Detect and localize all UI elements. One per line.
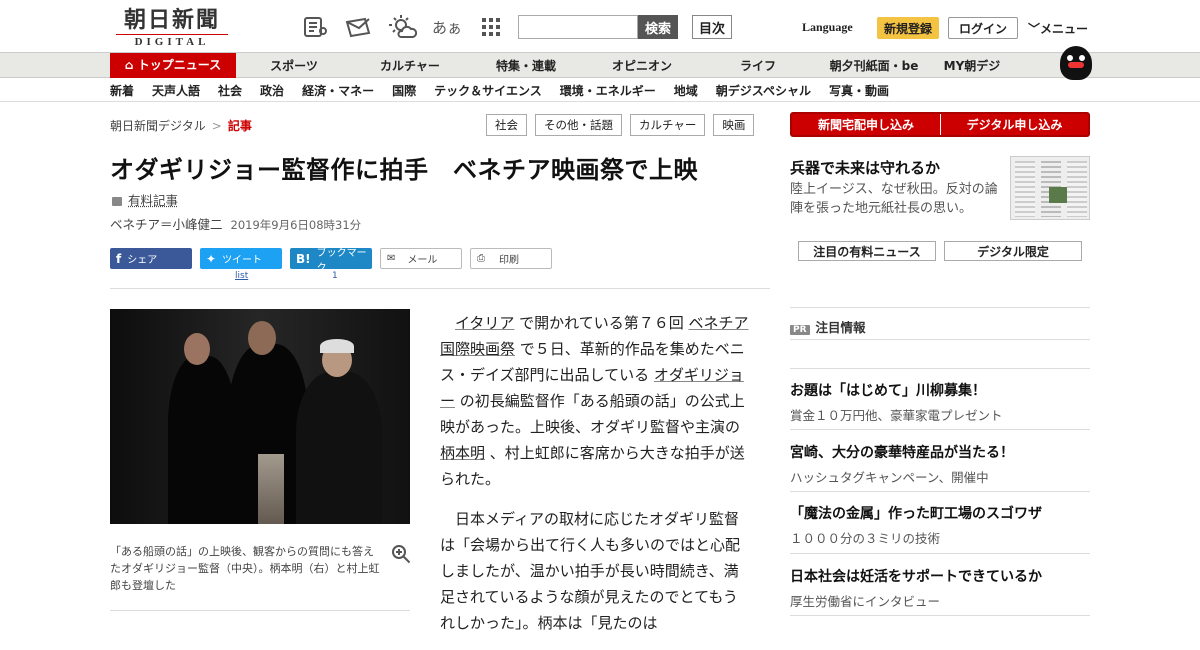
breadcrumb-separator: > — [211, 119, 222, 133]
subscribe-buttons: 新聞宅配申し込み デジタル申し込み — [790, 112, 1090, 137]
lock-icon — [112, 197, 122, 206]
facebook-share-label: シェア — [127, 255, 158, 266]
feature-description: 陸上イージス、なぜ秋田。反対の論陣を張った地元紙社長の思い。 — [790, 182, 998, 216]
twitter-icon: ✦ — [206, 251, 217, 266]
thumb-column — [1067, 161, 1087, 217]
pr-item-title: お題は「はじめて」川柳募集！ — [790, 383, 986, 399]
digital-subscribe-button[interactable]: デジタル申し込み — [940, 114, 1088, 135]
divider — [110, 288, 770, 289]
tag-movie[interactable]: 映画 — [713, 114, 755, 136]
caption-divider — [110, 610, 410, 611]
sidebar-divider — [790, 307, 1090, 308]
print-button[interactable]: ⎙ 印刷 — [470, 248, 552, 269]
article-photo[interactable] — [110, 309, 410, 524]
sidebar-divider — [790, 339, 1090, 340]
photo-caption: 「ある船頭の話」の上映後、観客からの質問にも答えたオダギリジョー監督（中央）。柄… — [110, 545, 380, 592]
pr-item-desc: 賞金１０万円他、豪華家電プレゼント — [790, 408, 1003, 423]
p1-text-h: 、村上虹郎に客席から大きな拍手が送られた。 — [440, 444, 745, 488]
pr-item-desc: ハッシュタグキャンペーン、開催中 — [790, 470, 989, 485]
pr-item[interactable]: お題は「はじめて」川柳募集！ 賞金１０万円他、豪華家電プレゼント — [790, 380, 1090, 424]
p1-text-b: で開かれている第７６回 — [514, 314, 689, 332]
paid-label: 有料記事 — [128, 193, 179, 208]
byline: ベネチア＝小峰健二 2019年9月6日08時31分 — [110, 214, 361, 233]
pr-item-desc: １０００分の３ミリの技術 — [790, 531, 941, 546]
pr-item[interactable]: 宮崎、大分の豪華特産品が当たる！ ハッシュタグキャンペーン、開催中 — [790, 442, 1090, 486]
pr-item-title: 日本社会は妊活をサポートできているか — [790, 569, 1042, 585]
article-body: イタリア で開かれている第７６回 ベネチア国際映画祭 で５日、革新的作品を集めた… — [440, 310, 750, 650]
newspaper-subscribe-button[interactable]: 新聞宅配申し込み — [792, 114, 940, 135]
sidebar-divider — [790, 368, 1090, 369]
topic-tags: 社会 その他・話題 カルチャー 映画 — [486, 114, 755, 136]
link-emoto[interactable]: 柄本明 — [440, 444, 485, 462]
twitter-share-button[interactable]: ✦ ツイート — [200, 248, 282, 269]
photo-person-left — [168, 356, 236, 524]
pr-heading-label: 注目情報 — [815, 320, 866, 335]
tag-misc[interactable]: その他・話題 — [535, 114, 622, 136]
facebook-share-button[interactable]: f シェア — [110, 248, 192, 269]
mail-share-icon: ✉ — [387, 253, 396, 264]
pr-item-title: 「魔法の金属」作った町工場のスゴワザ — [790, 506, 1042, 522]
publish-date: 2019年9月6日08時31分 — [230, 218, 362, 232]
share-buttons: f シェア ✦ ツイート B! ブックマーク ✉ メール ⎙ 印刷 — [110, 248, 552, 274]
zoom-icon[interactable] — [391, 544, 411, 569]
pr-badge: PR — [790, 325, 810, 335]
sidebar-buttons: 注目の有料ニュース デジタル限定 — [798, 241, 1082, 261]
tag-society[interactable]: 社会 — [486, 114, 527, 136]
digital-only-button[interactable]: デジタル限定 — [944, 241, 1082, 261]
facebook-icon: f — [116, 251, 122, 266]
pr-item[interactable]: 「魔法の金属」作った町工場のスゴワザ １０００分の３ミリの技術 — [790, 503, 1090, 547]
breadcrumb-home[interactable]: 朝日新聞デジタル — [110, 119, 206, 133]
article-paragraph-2: 日本メディアの取材に応じたオダギリ監督は「会場から出て行く人も多いのではと心配し… — [440, 510, 741, 632]
pr-item-desc: 厚生労働省にインタビュー — [790, 594, 941, 609]
author: ベネチア＝小峰健二 — [110, 217, 223, 232]
sidebar-divider — [790, 553, 1090, 554]
premium-news-button[interactable]: 注目の有料ニュース — [798, 241, 936, 261]
pr-heading: PR 注目情報 — [790, 317, 866, 336]
sidebar-divider — [790, 615, 1090, 616]
photo-person-right — [296, 372, 382, 524]
print-label: 印刷 — [499, 255, 519, 266]
feature-thumbnail[interactable] — [1010, 156, 1090, 220]
mail-share-label: メール — [407, 255, 438, 266]
thumb-column — [1015, 161, 1035, 217]
paid-badge: 有料記事 — [112, 190, 178, 209]
article-paragraph-1: イタリア で開かれている第７６回 ベネチア国際映画祭 で５日、革新的作品を集めた… — [440, 310, 750, 492]
tag-culture[interactable]: カルチャー — [630, 114, 706, 136]
breadcrumb: 朝日新聞デジタル > 記事 — [110, 117, 252, 134]
sidebar-divider — [790, 429, 1090, 430]
hatena-bookmark-button[interactable]: B! ブックマーク — [290, 248, 372, 274]
photo-head-left — [184, 333, 210, 365]
hatena-label: ブックマーク — [316, 247, 367, 274]
twitter-share-label: ツイート — [222, 255, 263, 266]
photo-scarf — [258, 454, 284, 524]
sidebar-divider — [790, 491, 1090, 492]
article-title: オダギリジョー監督作に拍手 ベネチア映画祭で上映 — [110, 156, 698, 184]
p1-text-f: の初長編監督作「ある船頭の話」の公式上映があった。上映後、オダギリ監督や主演の — [440, 392, 745, 436]
link-italy[interactable]: イタリア — [455, 314, 514, 332]
hatena-icon: B! — [296, 251, 311, 266]
breadcrumb-current: 記事 — [227, 119, 252, 133]
bookmark-count[interactable]: 1 — [332, 271, 338, 281]
print-icon: ⎙ — [477, 253, 485, 264]
feature-title[interactable]: 兵器で未来は守れるか — [790, 157, 940, 178]
tweet-count[interactable]: list — [235, 271, 248, 281]
photo-head-center — [248, 321, 276, 355]
pr-item-title: 宮崎、大分の豪華特産品が当たる！ — [790, 445, 1014, 461]
pr-item[interactable]: 日本社会は妊活をサポートできているか 厚生労働省にインタビュー — [790, 566, 1090, 610]
content-area: 朝日新聞デジタル > 記事 社会 その他・話題 カルチャー 映画 新聞宅配申し込み … — [110, 0, 1090, 632]
photo-hair-right — [320, 339, 354, 353]
mail-share-button[interactable]: ✉ メール — [380, 248, 462, 269]
breadcrumb-row: 朝日新聞デジタル > 記事 社会 その他・話題 カルチャー 映画 新聞宅配申し込み … — [110, 103, 1090, 139]
